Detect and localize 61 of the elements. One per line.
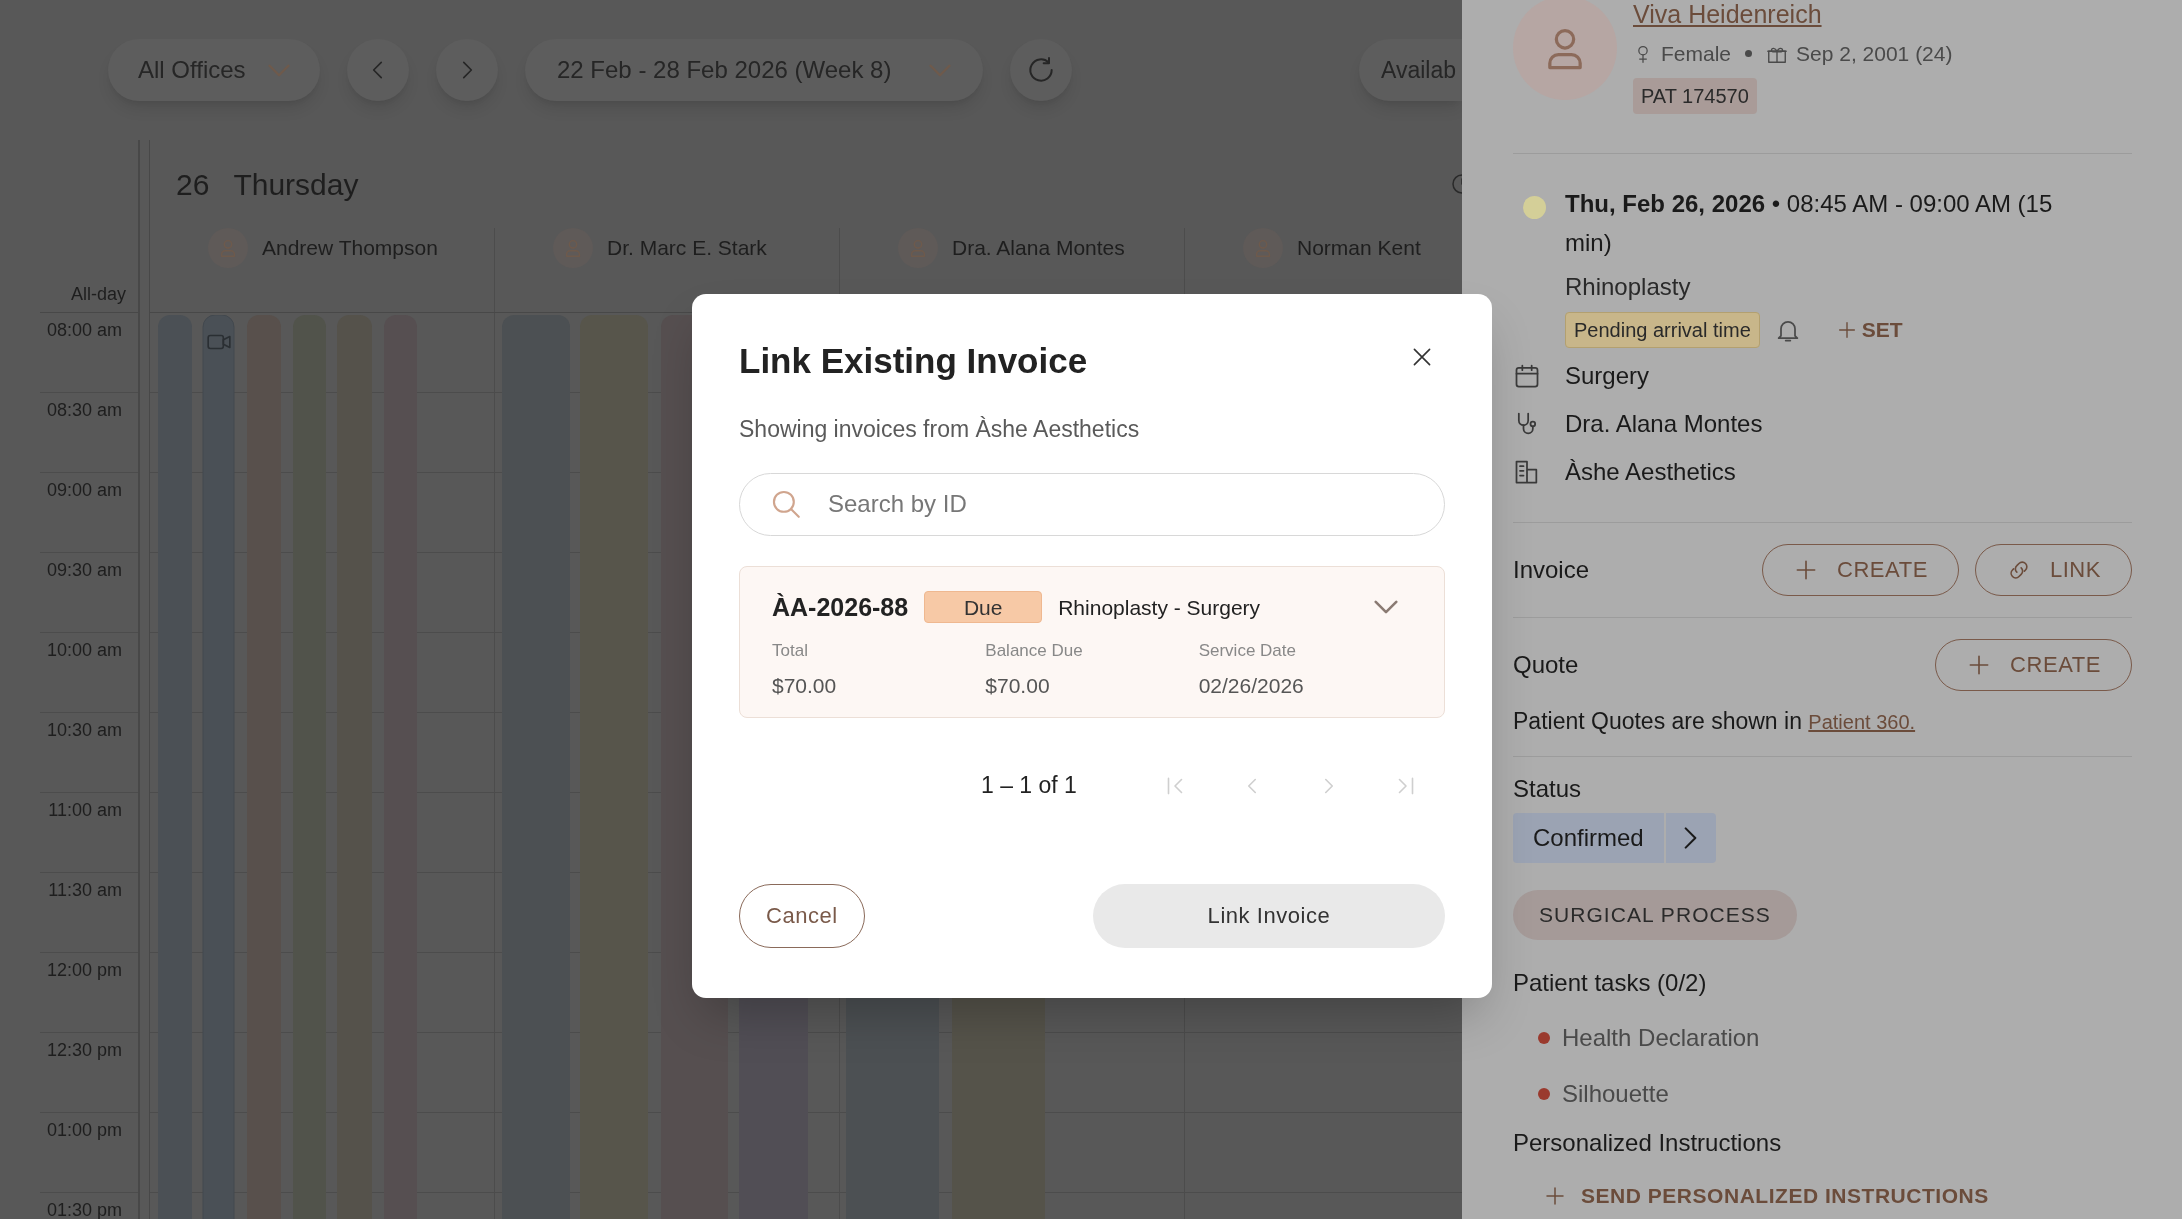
invoice-description: Rhinoplasty - Surgery: [1058, 594, 1261, 621]
time-label: 12:30 pm: [46, 1039, 122, 1061]
arrival-status-badge: Pending arrival time: [1565, 311, 1760, 348]
appointment-date-time: Thu, Feb 26, 2026 • 08:45 AM - 09:00 AM (15 min): [1565, 188, 2054, 258]
time-label: 11:00 am: [48, 799, 122, 821]
availability-button[interactable]: Availab: [1358, 39, 1462, 101]
status-label: Status: [1513, 775, 1583, 803]
time-label: 10:00 am: [46, 639, 122, 661]
field-value: $70.00: [772, 672, 838, 699]
field-value: 02/26/2026: [1198, 672, 1305, 699]
patient-name-link[interactable]: Viva Heidenreich: [1633, 0, 1822, 28]
all-day-label: All-day: [70, 283, 126, 306]
chevron-right-icon: [1684, 827, 1698, 849]
due-badge: Due: [924, 591, 1043, 624]
provider-name: Andrew Thompson: [262, 235, 438, 261]
time-label: 12:00 pm: [46, 959, 122, 981]
patient-360-link[interactable]: Patient 360.: [1808, 710, 1916, 733]
detail-text: Dra. Alana Montes: [1565, 408, 1764, 439]
quotes-note: Patient Quotes are shown in: [1513, 707, 1803, 734]
time-label: 09:30 am: [46, 559, 122, 581]
field-value: $70.00: [985, 672, 1051, 699]
time-label: 01:30 pm: [46, 1199, 122, 1219]
process-tag: SURGICAL PROCESS: [1513, 890, 1797, 940]
quote-label: Quote: [1513, 649, 1579, 680]
detail-text: Surgery: [1565, 360, 1651, 391]
modal-title: Link Existing Invoice: [739, 340, 1088, 382]
tasks-heading: Patient tasks (0/2): [1513, 968, 1708, 998]
field-label: Service Date: [1198, 640, 1297, 662]
invoice-card[interactable]: ÀA-2026-88 Due Rhinoplasty - Surgery Total $70.00 Balance Due $70.00 Service Date 02/26/2026: [739, 565, 1445, 718]
date-range-dropdown[interactable]: 22 Feb - 28 Feb 2026 (Week 8): [525, 39, 983, 101]
gender-text: Female: [1661, 41, 1732, 67]
time-label: 09:00 am: [46, 479, 122, 501]
detail-text: Àshe Aesthetics: [1565, 456, 1737, 487]
invoice-id: ÀA-2026-88: [772, 591, 909, 623]
day-number: 26: [176, 166, 210, 203]
field-label: Total: [772, 640, 809, 662]
next-status-button[interactable]: [1665, 813, 1716, 863]
field-label: Balance Due: [985, 640, 1084, 662]
time-label: 08:00 am: [46, 319, 122, 341]
task-item: Health Declaration: [1562, 1023, 1760, 1053]
instructions-heading: Personalized Instructions: [1513, 1128, 1783, 1158]
chevron-down-icon: [1374, 600, 1398, 615]
procedure-name: Rhinoplasty: [1565, 271, 1692, 302]
time-label: 08:30 am: [46, 399, 122, 421]
day-name: Thursday: [233, 166, 359, 203]
send-instructions-button[interactable]: SEND PERSONALIZED INSTRUCTIONS: [1543, 1180, 1989, 1212]
set-arrival-button[interactable]: SET: [1835, 313, 1903, 346]
provider-name: Dra. Alana Montes: [952, 235, 1125, 261]
patient-id-badge: PAT 174570: [1633, 77, 1757, 114]
birth-date: Sep 2, 2001 (24): [1796, 41, 1953, 67]
pagination-range: 1 – 1 of 1: [981, 771, 1078, 801]
task-item: Silhouette: [1562, 1079, 1669, 1109]
search-field[interactable]: Search by ID: [739, 472, 1445, 536]
status-dropdown[interactable]: Confirmed: [1513, 813, 1666, 863]
time-label: 01:00 pm: [46, 1119, 122, 1141]
provider-name: Norman Kent: [1297, 235, 1421, 261]
invoice-label: Invoice: [1513, 554, 1590, 585]
provider-name: Dr. Marc E. Stark: [607, 235, 767, 261]
time-label: 10:30 am: [46, 719, 122, 741]
time-label: 11:30 am: [48, 879, 122, 901]
modal-subtitle: Showing invoices from Àshe Aesthetics: [739, 415, 1141, 444]
